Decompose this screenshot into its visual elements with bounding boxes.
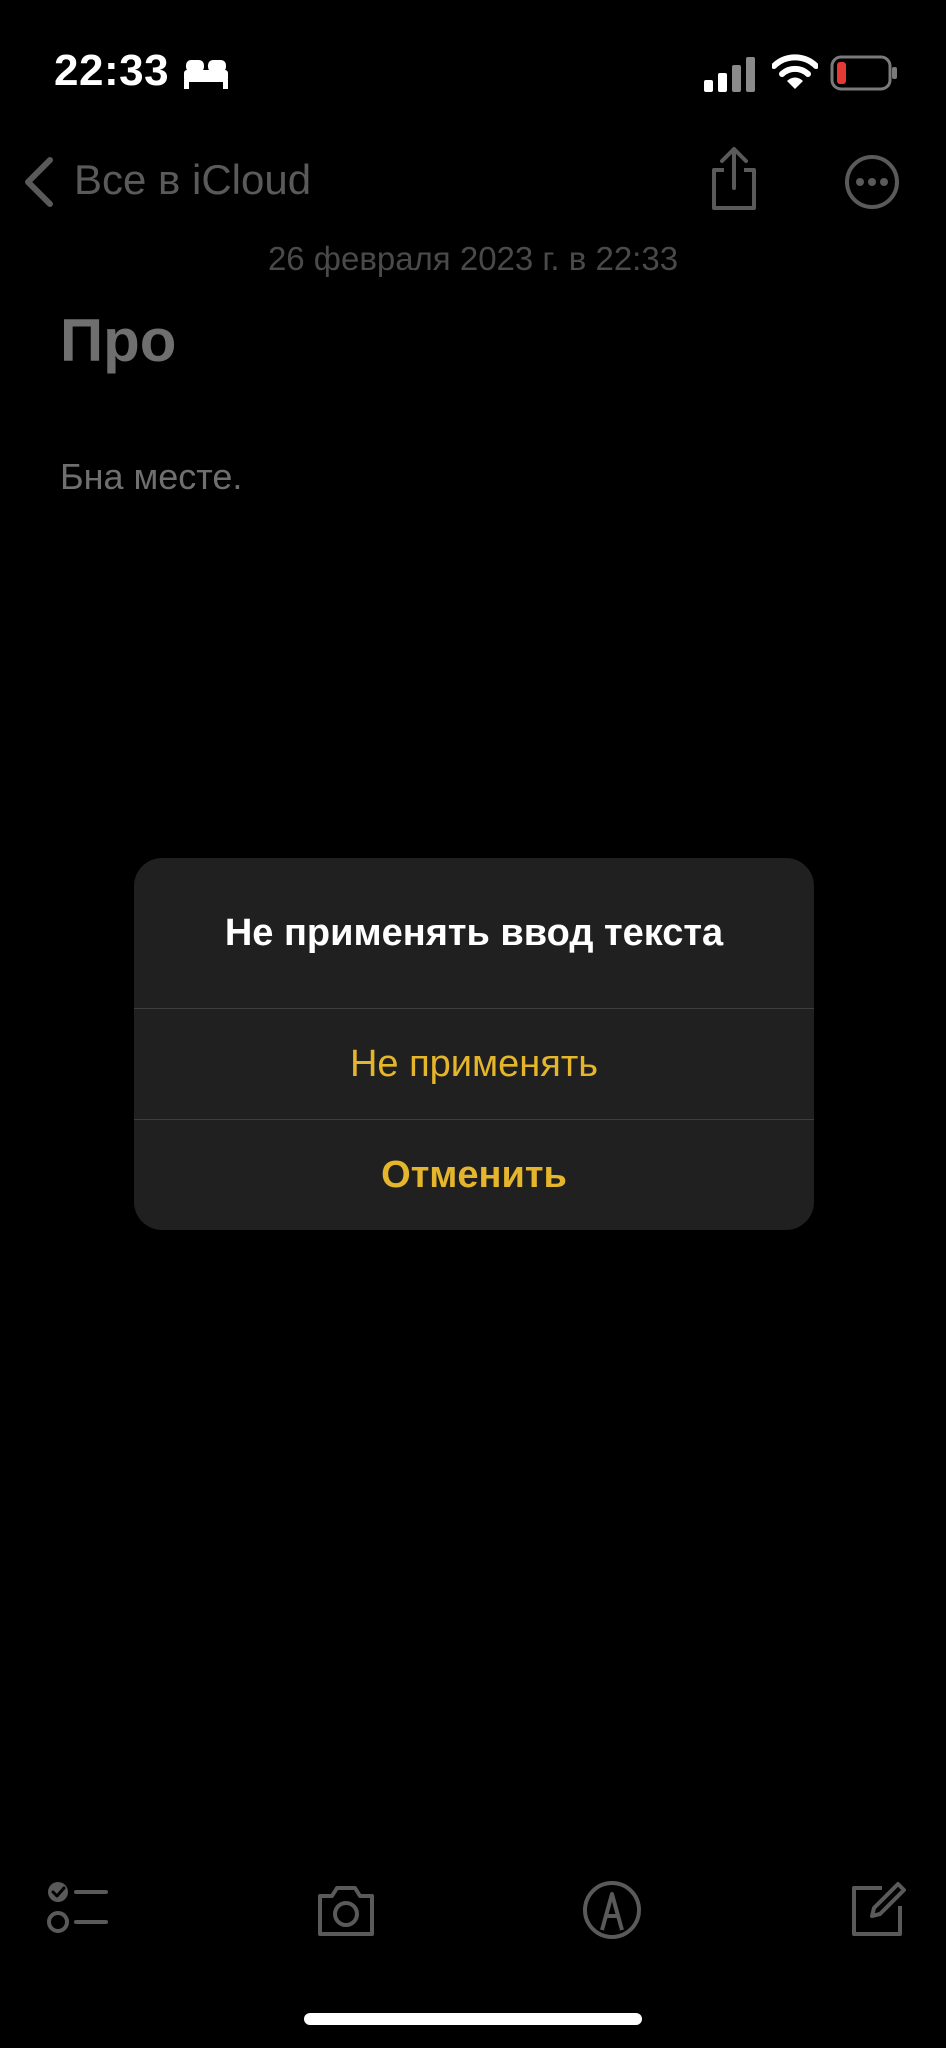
markup-pen-icon[interactable] [580,1878,644,1942]
cancel-button[interactable]: Отменить [134,1120,814,1230]
dont-apply-button[interactable]: Не применять [134,1009,814,1119]
cellular-signal-icon [704,57,755,92]
status-time: 22:33 [54,46,170,95]
alert-dialog: Не применять ввод текста Не применять От… [134,858,814,1230]
note-body[interactable]: Бна месте. [60,456,242,498]
battery-low-icon [830,55,897,91]
bed-icon [184,60,228,89]
note-title[interactable]: Про [60,306,176,375]
home-indicator[interactable] [304,2013,642,2025]
back-button-label[interactable]: Все в iCloud [74,156,311,204]
note-date: 26 февраля 2023 г. в 22:33 [267,240,679,277]
camera-icon[interactable] [314,1878,378,1942]
more-icon[interactable] [844,154,900,210]
chevron-left-icon[interactable] [20,156,56,208]
compose-icon[interactable] [846,1878,910,1942]
checklist-icon[interactable] [44,1878,108,1942]
wifi-icon [772,54,818,89]
alert-title: Не применять ввод текста [224,911,724,954]
share-icon[interactable] [706,146,762,212]
